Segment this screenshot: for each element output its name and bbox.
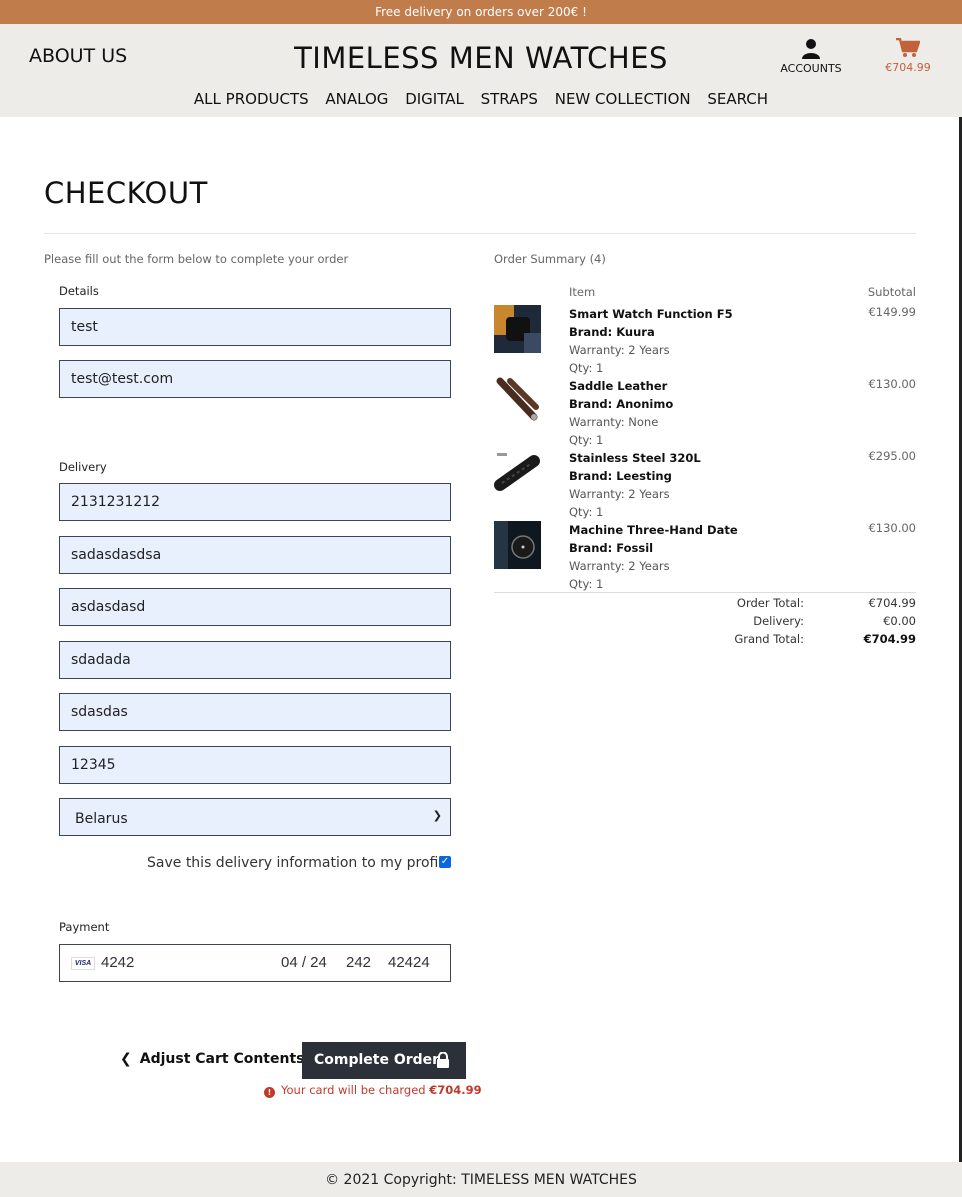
item-price: €130.00 xyxy=(868,521,916,535)
lock-icon xyxy=(437,1052,449,1068)
page-title: CHECKOUT xyxy=(44,176,208,210)
item-brand: Brand: Leesting xyxy=(569,469,672,483)
street-address-1-field[interactable]: sadasdasdsa xyxy=(59,536,451,574)
postcode-field[interactable]: 12345 xyxy=(59,746,451,784)
summary-item: Smart Watch Function F5 Brand: Kuura War… xyxy=(494,305,916,377)
nav-new-collection[interactable]: NEW COLLECTION xyxy=(555,90,691,108)
card-expiry-input[interactable]: 04 / 24 xyxy=(281,954,327,971)
complete-order-label: Complete Order xyxy=(314,1052,440,1068)
details-label: Details xyxy=(59,284,99,298)
chevron-left-icon: ❮ xyxy=(120,1051,132,1067)
cart-total: €704.99 xyxy=(885,61,931,74)
cart-link[interactable]: €704.99 xyxy=(880,38,936,74)
summary-item: Saddle Leather Brand: Anonimo Warranty: … xyxy=(494,377,916,449)
accounts-link[interactable]: ACCOUNTS xyxy=(776,39,846,75)
adjust-cart-label: Adjust Cart Contents xyxy=(139,1051,305,1067)
full-name-field[interactable]: test xyxy=(59,308,451,346)
divider xyxy=(44,233,916,234)
nav-all-products[interactable]: ALL PRODUCTS xyxy=(194,90,309,108)
charge-notice: ! Your card will be charged €704.99 xyxy=(264,1083,482,1098)
smart-watch-thumbnail xyxy=(494,305,541,353)
item-qty: Qty: 1 xyxy=(569,361,604,375)
delivery-cost-value: €0.00 xyxy=(883,614,916,628)
subtotal-column-header: Subtotal xyxy=(867,285,916,299)
item-price: €149.99 xyxy=(868,305,916,319)
charge-text: Your card will be charged xyxy=(281,1083,426,1097)
adjust-cart-link[interactable]: ❮ Adjust Cart Contents xyxy=(120,1051,305,1067)
card-cvc-input[interactable]: 242 xyxy=(346,954,371,971)
item-brand: Brand: Kuura xyxy=(569,325,655,339)
card-zip-input[interactable]: 42424 xyxy=(388,954,430,971)
order-total-value: €704.99 xyxy=(868,596,916,610)
item-warranty: Warranty: 2 Years xyxy=(569,487,670,501)
summary-divider xyxy=(494,592,916,593)
town-field[interactable]: sdadada xyxy=(59,641,451,679)
payment-label: Payment xyxy=(59,920,110,934)
accounts-label: ACCOUNTS xyxy=(780,62,842,75)
item-name: Machine Three-Hand Date xyxy=(569,523,738,537)
county-field[interactable]: sdasdas xyxy=(59,693,451,731)
country-select[interactable]: Belarus ❯ xyxy=(59,798,451,836)
item-name: Smart Watch Function F5 xyxy=(569,307,733,321)
delivery-cost-label: Delivery: xyxy=(753,614,804,628)
item-warranty: Warranty: None xyxy=(569,415,659,429)
nav-digital[interactable]: DIGITAL xyxy=(405,90,464,108)
item-name: Stainless Steel 320L xyxy=(569,451,701,465)
order-total-label: Order Total: xyxy=(736,596,804,610)
item-price: €295.00 xyxy=(868,449,916,463)
nav-analog[interactable]: ANALOG xyxy=(325,90,388,108)
charge-amount: €704.99 xyxy=(429,1083,482,1097)
promo-banner: Free delivery on orders over 200€ ! xyxy=(0,0,962,24)
site-header: ABOUT US TIMELESS MEN WATCHES ACCOUNTS €… xyxy=(0,24,962,117)
item-price: €130.00 xyxy=(868,377,916,391)
summary-item: Stainless Steel 320L Brand: Leesting War… xyxy=(494,449,916,521)
save-info-checkbox[interactable]: ✓ xyxy=(439,856,451,868)
country-value: Belarus xyxy=(75,811,128,827)
grand-total-label: Grand Total: xyxy=(734,632,804,646)
delivery-label: Delivery xyxy=(59,460,107,474)
leather-strap-thumbnail xyxy=(494,377,541,425)
item-brand: Brand: Anonimo xyxy=(569,397,674,411)
fossil-watch-thumbnail xyxy=(494,521,541,569)
street-address-2-field[interactable]: asdasdasd xyxy=(59,588,451,626)
card-element[interactable]: VISA 4242 04 / 24 242 42424 xyxy=(59,944,451,982)
item-brand: Brand: Fossil xyxy=(569,541,654,555)
shopping-cart-icon xyxy=(896,38,920,57)
footer: © 2021 Copyright: TIMELESS MEN WATCHES xyxy=(0,1162,962,1197)
nav-search[interactable]: SEARCH xyxy=(707,90,768,108)
item-column-header: Item xyxy=(569,285,596,299)
nav-straps[interactable]: STRAPS xyxy=(481,90,538,108)
phone-field[interactable]: 2131231212 xyxy=(59,483,451,521)
item-qty: Qty: 1 xyxy=(569,505,604,519)
item-warranty: Warranty: 2 Years xyxy=(569,559,670,573)
summary-item: Machine Three-Hand Date Brand: Fossil Wa… xyxy=(494,521,916,593)
item-name: Saddle Leather xyxy=(569,379,668,393)
item-warranty: Warranty: 2 Years xyxy=(569,343,670,357)
visa-card-icon: VISA xyxy=(71,957,95,970)
form-intro: Please fill out the form below to comple… xyxy=(44,252,349,266)
item-qty: Qty: 1 xyxy=(569,577,604,591)
card-number-input[interactable]: 4242 xyxy=(101,954,134,971)
user-icon xyxy=(802,39,820,59)
chevron-down-icon: ❯ xyxy=(432,809,442,822)
email-field[interactable]: test@test.com xyxy=(59,360,451,398)
alert-icon: ! xyxy=(264,1087,275,1098)
steel-bracelet-thumbnail xyxy=(494,449,541,497)
item-qty: Qty: 1 xyxy=(569,433,604,447)
save-info-label: Save this delivery information to my pro… xyxy=(147,855,451,871)
complete-order-button[interactable]: Complete Order xyxy=(302,1042,466,1079)
order-summary-title: Order Summary (4) xyxy=(494,252,606,266)
main-nav: ALL PRODUCTS ANALOG DIGITAL STRAPS NEW C… xyxy=(0,90,962,108)
grand-total-value: €704.99 xyxy=(863,632,916,646)
